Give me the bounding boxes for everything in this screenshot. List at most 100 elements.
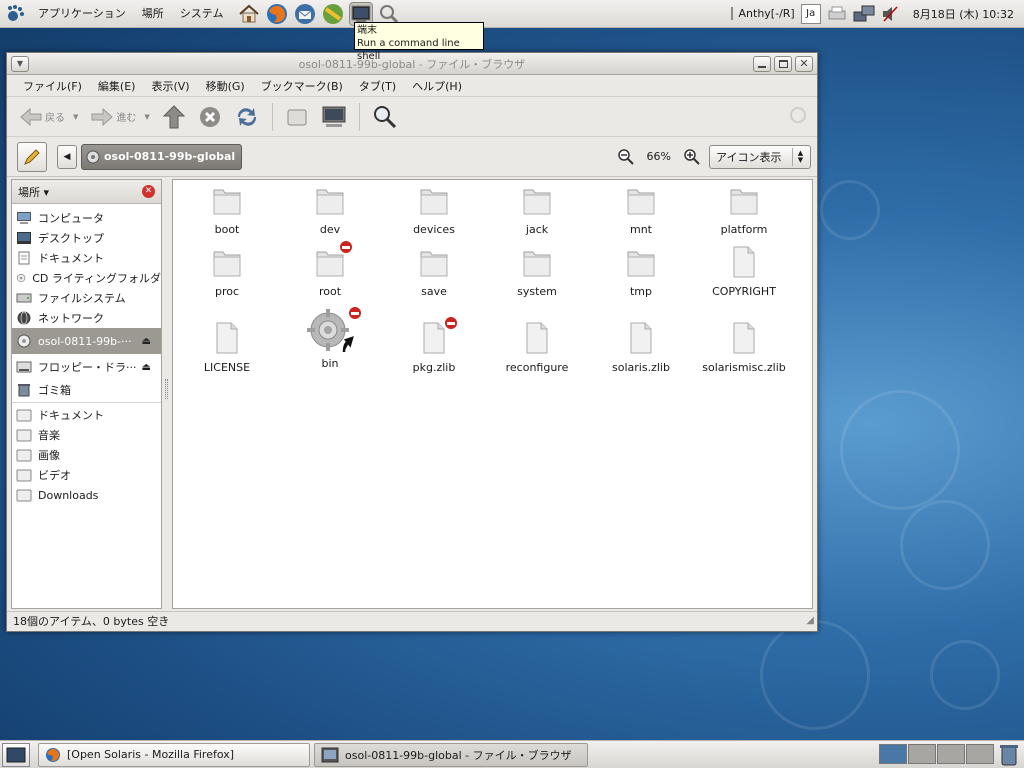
sidebar-bookmark-videos[interactable]: ビデオ xyxy=(12,465,161,485)
workspace-1[interactable] xyxy=(879,743,907,764)
file-item-license[interactable]: LICENSE xyxy=(177,322,277,374)
volume-muted-icon[interactable] xyxy=(881,5,899,23)
menu-go[interactable]: 移動(G) xyxy=(198,78,253,94)
clock[interactable]: 8月18日 (木) 10:32 xyxy=(913,6,1014,22)
wallpaper-ring xyxy=(900,500,990,590)
sidebar-item-filesystem[interactable]: ファイルシステム xyxy=(12,288,161,308)
up-button[interactable] xyxy=(158,101,190,133)
sidebar-item-floppy[interactable]: フロッピー・ドラ··· ⏏ xyxy=(12,354,161,380)
file-item-pkg-zlib[interactable]: pkg.zlib xyxy=(384,316,484,374)
file-item-tmp[interactable]: tmp xyxy=(591,246,691,298)
network-status-icon[interactable] xyxy=(853,4,875,24)
file-item-dev[interactable]: dev xyxy=(280,184,380,236)
folder-icon xyxy=(730,189,758,215)
sidebar-item-label: ドキュメント xyxy=(38,409,104,422)
home-launcher[interactable] xyxy=(237,2,261,26)
sidebar-bookmark-documents[interactable]: ドキュメント xyxy=(12,405,161,425)
file-item-root[interactable]: root xyxy=(280,240,380,298)
sidebar-item-network[interactable]: ネットワーク xyxy=(12,308,161,328)
forward-button[interactable]: 進む ▼ xyxy=(86,101,153,133)
ime-language[interactable]: Ja xyxy=(800,3,821,24)
updown-arrow-icon: ▲ ▼ xyxy=(792,147,808,166)
mail-launcher[interactable] xyxy=(321,2,345,26)
stop-button[interactable] xyxy=(194,101,226,133)
disc-icon xyxy=(17,334,31,348)
home-button[interactable] xyxy=(281,101,313,133)
path-left-button[interactable]: ◀ xyxy=(57,144,77,169)
file-item-devices[interactable]: devices xyxy=(384,184,484,236)
chevron-left-icon: ◀ xyxy=(63,151,71,162)
trash-icon[interactable] xyxy=(998,743,1020,767)
gnome-foot-icon[interactable] xyxy=(6,3,28,25)
file-item-copyright[interactable]: COPYRIGHT xyxy=(694,246,794,298)
sidebar-bookmark-pictures[interactable]: 画像 xyxy=(12,445,161,465)
ime-status[interactable]: Anthy[-/R] xyxy=(730,7,795,20)
system-menu[interactable]: システム xyxy=(172,0,232,28)
sidebar-item-computer[interactable]: コンピュータ xyxy=(12,208,161,228)
pane-splitter[interactable] xyxy=(162,179,172,609)
firefox-launcher[interactable] xyxy=(265,2,289,26)
sidebar-mode-select[interactable]: 場所 ▾ xyxy=(18,184,49,200)
printer-icon[interactable] xyxy=(827,5,847,23)
sidebar-item-label: Downloads xyxy=(38,488,99,502)
file-item-solarismisc-zlib[interactable]: solarismisc.zlib xyxy=(694,322,794,374)
sidebar-bookmark-music[interactable]: 音楽 xyxy=(12,425,161,445)
location-bar: ◀ osol-0811-99b-global 66% アイコン表示 ▲ ▼ xyxy=(7,137,817,177)
eject-icon[interactable]: ⏏ xyxy=(142,362,151,373)
menu-bookmarks[interactable]: ブックマーク(B) xyxy=(253,78,351,94)
menu-tabs[interactable]: タブ(T) xyxy=(351,78,404,94)
file-item-mnt[interactable]: mnt xyxy=(591,184,691,236)
sidebar-item-osol-volume[interactable]: osol-0811-99b-··· ⏏ xyxy=(12,328,161,354)
file-item-jack[interactable]: jack xyxy=(487,184,587,236)
show-desktop-button[interactable] xyxy=(2,742,30,767)
path-button[interactable]: osol-0811-99b-global xyxy=(81,143,243,170)
workspace-2[interactable] xyxy=(908,743,936,764)
sidebar-item-desktop[interactable]: デスクトップ xyxy=(12,228,161,248)
file-item-system[interactable]: system xyxy=(487,246,587,298)
task-firefox[interactable]: [Open Solaris - Mozilla Firefox] xyxy=(38,742,310,767)
file-item-boot[interactable]: boot xyxy=(177,184,277,236)
menu-edit[interactable]: 編集(E) xyxy=(90,78,144,94)
sidebar-item-cd-burner[interactable]: CD ライティングフォルダ xyxy=(12,268,161,288)
zoom-out-icon[interactable] xyxy=(617,148,635,166)
applications-menu[interactable]: アプリケーション xyxy=(30,0,134,28)
workspace-4[interactable] xyxy=(966,743,994,764)
zoom-in-icon[interactable] xyxy=(683,148,701,166)
floppy-icon xyxy=(16,361,32,373)
eject-icon[interactable]: ⏏ xyxy=(142,336,151,347)
task-file-browser[interactable]: osol-0811-99b-global - ファイル・ブラウザ xyxy=(314,742,588,767)
menu-file[interactable]: ファイル(F) xyxy=(15,78,90,94)
pencil-icon xyxy=(24,148,40,165)
file-item-save[interactable]: save xyxy=(384,246,484,298)
toolbar: 戻る ▼ 進む ▼ xyxy=(7,97,817,137)
search-button[interactable] xyxy=(368,101,402,133)
sidebar-bookmark-downloads[interactable]: Downloads xyxy=(12,485,161,505)
file-item-platform[interactable]: platform xyxy=(694,184,794,236)
file-label: reconfigure xyxy=(505,361,569,374)
toggle-location-button[interactable] xyxy=(17,141,47,172)
sidebar-item-label: ビデオ xyxy=(38,469,71,482)
back-button[interactable]: 戻る ▼ xyxy=(15,101,82,133)
search-icon xyxy=(373,105,396,128)
sidebar-close-icon[interactable]: ✕ xyxy=(142,185,155,198)
computer-button[interactable] xyxy=(317,101,351,133)
resize-grip-icon[interactable]: ◢ xyxy=(806,611,814,630)
view-mode-select[interactable]: アイコン表示 ▲ ▼ xyxy=(709,144,811,169)
places-menu[interactable]: 場所 xyxy=(134,0,172,28)
folder-icon xyxy=(420,189,448,215)
zoom-level[interactable]: 66% xyxy=(643,150,675,163)
thunderbird-launcher[interactable] xyxy=(293,2,317,26)
drive-icon xyxy=(16,293,32,303)
workspace-3[interactable] xyxy=(937,743,965,764)
file-item-solaris-zlib[interactable]: solaris.zlib xyxy=(591,322,691,374)
show-desktop-icon xyxy=(6,747,26,762)
reload-button[interactable] xyxy=(230,101,264,133)
sidebar-item-documents[interactable]: ドキュメント xyxy=(12,248,161,268)
sidebar-item-trash[interactable]: ゴミ箱 xyxy=(12,380,161,400)
menu-help[interactable]: ヘルプ(H) xyxy=(404,78,470,94)
file-item-reconfigure[interactable]: reconfigure xyxy=(487,322,587,374)
file-item-bin[interactable]: bin xyxy=(280,306,380,370)
firefox-icon xyxy=(267,3,288,24)
file-item-proc[interactable]: proc xyxy=(177,246,277,298)
menu-view[interactable]: 表示(V) xyxy=(143,78,197,94)
